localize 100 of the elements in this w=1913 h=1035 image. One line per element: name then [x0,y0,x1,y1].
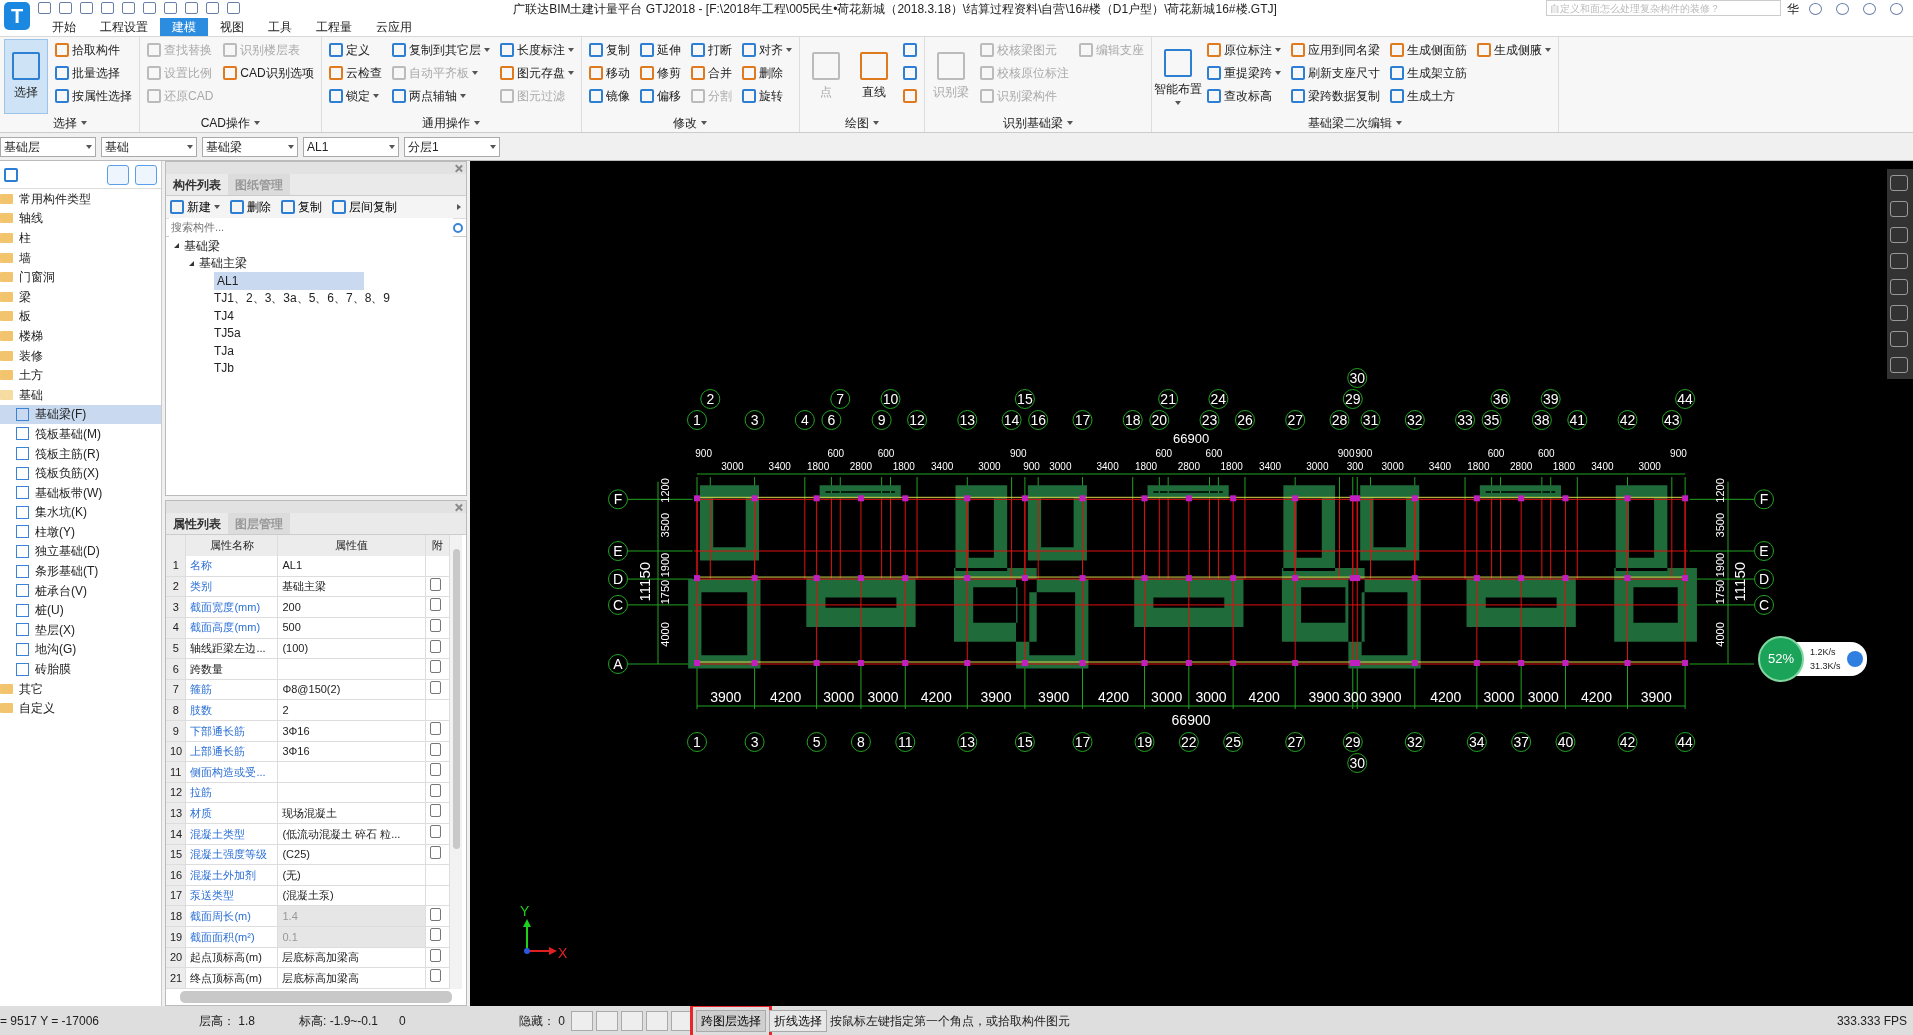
ribbon-button[interactable]: 选择 [4,39,48,114]
snap-toggle-icon[interactable] [596,1011,618,1031]
property-value[interactable]: 层底标高加梁高 [277,967,426,989]
property-value[interactable]: (混凝土泵) [277,885,426,906]
property-value[interactable]: (低流动混凝土 碎石 粒... [277,823,426,845]
dropdown-field[interactable]: 基础层 [0,136,96,157]
group-menu-button[interactable]: 绘图 [803,114,920,132]
checkbox[interactable] [430,845,442,859]
tree-item[interactable]: 柱 [0,228,161,248]
group-menu-button[interactable]: CAD操作 [144,114,317,132]
ribbon-button[interactable]: 定义 [325,39,385,60]
ribbon-button[interactable]: 查改标高 [1203,85,1284,106]
snap-toggle-icon[interactable] [671,1011,693,1031]
toolbar-icon[interactable] [206,2,219,14]
plus-icon[interactable] [1846,651,1863,667]
group-menu-button[interactable]: 基础梁二次编辑 [1155,114,1554,132]
close-icon[interactable] [455,164,462,172]
tree-item[interactable]: 砖胎膜 [0,659,161,679]
tree-item[interactable]: 楼梯 [0,326,161,346]
toolbar-icon[interactable] [122,2,135,14]
ribbon-button[interactable]: 对齐 [738,39,795,60]
tree-item[interactable]: 常用构件类型 [0,189,161,209]
checkbox[interactable] [430,783,442,797]
toolbar-icon[interactable] [164,2,177,14]
tree-item[interactable]: 桩承台(V) [0,580,161,601]
checkbox[interactable] [430,763,442,777]
checkbox[interactable] [430,577,442,591]
checkbox[interactable] [430,969,442,983]
toolbar-button[interactable]: 删除 [229,198,271,216]
ribbon-button[interactable]: CAD识别选项 [220,62,317,83]
ribbon-button[interactable]: 生成土方 [1386,85,1470,106]
tree-item[interactable]: 土方 [0,365,161,385]
ribbon-button[interactable]: 刷新支座尺寸 [1287,62,1383,83]
ribbon-button[interactable]: 合并 [687,62,735,83]
tree-item[interactable]: TJ5a [165,324,466,342]
snap-toggle-icon[interactable] [621,1011,643,1031]
tree-item[interactable]: TJa [165,342,466,360]
ribbon-button[interactable]: 复制 [585,39,633,60]
property-value[interactable]: 现场混凝土 [277,802,426,824]
tree-item[interactable]: 地沟(G) [0,639,161,660]
tree-item[interactable]: 墙 [0,247,161,268]
snap-toggle-icon[interactable] [646,1011,668,1031]
ribbon-button[interactable]: 修剪 [636,62,684,83]
ribbon-button[interactable]: 打断 [687,39,735,60]
property-value[interactable]: Φ8@150(2) [277,679,426,700]
ribbon-tab[interactable]: 工程设置 [88,18,160,36]
checkbox[interactable] [430,639,442,653]
property-value[interactable]: (C25) [277,844,426,865]
view-tool-icon[interactable] [1890,201,1908,217]
tree-item[interactable]: 筏板负筋(X) [0,463,161,483]
tree-item[interactable]: TJ1、2、3、3a、5、6、7、8、9 [165,289,466,307]
property-value[interactable]: 层底标高加梁高 [277,947,426,968]
ribbon-tab[interactable]: 工程量 [304,18,364,36]
tree-item[interactable]: 独立基础(D) [0,541,161,562]
expanded-icon[interactable] [173,243,179,249]
tree-item[interactable]: 基础梁 [165,237,466,255]
tree-item[interactable]: 集水坑(K) [0,502,161,523]
view-tool-icon[interactable] [1890,175,1908,191]
ribbon-button[interactable]: 生成侧面筋 [1386,39,1470,60]
tree-item[interactable]: 基础 [0,384,161,405]
ribbon-button[interactable]: 梁跨数据复制 [1287,85,1383,106]
toolbar-button[interactable]: 新建 [169,198,220,216]
toolbar-icon[interactable] [227,2,240,14]
property-value[interactable]: 500 [277,617,426,639]
empty-value-cell[interactable] [277,782,426,803]
ribbon-button[interactable]: 复制到其它层 [388,39,493,60]
view-tool-icon[interactable] [1890,331,1908,347]
tree-item[interactable]: 筏板基础(M) [0,424,161,444]
tree-item[interactable]: 轴线 [0,208,161,229]
ribbon-button[interactable]: 移动 [585,62,633,83]
tree-item[interactable]: TJ4 [165,307,466,325]
tree-item[interactable]: 基础主梁 [165,254,466,272]
ribbon-button[interactable]: 直线 [851,39,896,114]
ribbon-button[interactable]: 云检查 [325,62,385,83]
ribbon-button[interactable]: 智能布置 [1155,39,1200,114]
empty-value-cell[interactable] [277,658,426,680]
ribbon-button[interactable]: 锁定 [325,85,385,106]
view-tool-icon[interactable] [1890,227,1908,243]
tree-item[interactable]: 门窗洞 [0,267,161,287]
horizontal-scrollbar[interactable] [179,991,452,1003]
checkbox[interactable] [430,825,442,839]
dropdown-field[interactable]: 分层1 [404,136,500,157]
toolbar-icon[interactable] [185,2,198,14]
select-mode-button[interactable]: 折线选择 [769,1010,827,1032]
toolbar-button[interactable]: 复制 [280,198,322,216]
checkbox[interactable] [430,619,442,632]
tree-item[interactable]: 自定义 [0,698,161,719]
view-tool-icon[interactable] [1890,305,1908,321]
toolbar-icon[interactable] [59,2,72,14]
toolbar-icon[interactable] [38,2,51,14]
property-value[interactable]: 基础主梁 [277,576,426,597]
tree-item[interactable]: 装修 [0,345,161,366]
tree-item[interactable]: 板 [0,306,161,327]
group-menu-button[interactable]: 通用操作 [325,114,577,132]
ribbon-button[interactable]: 偏移 [636,85,684,106]
ribbon-button[interactable]: 镜像 [585,85,633,106]
search-icon[interactable] [453,222,463,233]
ribbon-button[interactable]: 删除 [738,62,795,83]
new-icon[interactable] [4,167,18,182]
property-value[interactable]: AL1 [277,555,426,577]
